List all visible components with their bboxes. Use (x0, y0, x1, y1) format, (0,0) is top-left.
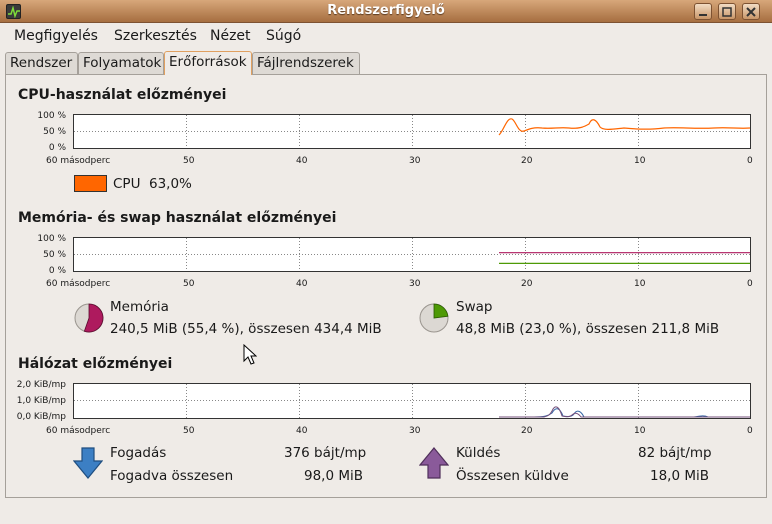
receive-total: 98,0 MiB (304, 468, 364, 484)
receive-total-label: Fogadva összesen (110, 468, 234, 484)
cpu-x-label: 30 (409, 156, 421, 166)
cpu-graph (73, 114, 751, 149)
cpu-y-label: 50 % (43, 127, 66, 137)
network-x-label: 10 (634, 426, 646, 436)
memory-x-label: 0 (747, 279, 753, 289)
swap-label: Swap (456, 299, 493, 315)
network-x-label: 0 (747, 426, 753, 436)
send-arrow-icon[interactable] (419, 447, 449, 479)
send-rate: 82 bájt/mp (638, 445, 712, 461)
network-send-line (499, 406, 750, 418)
cpu-x-label: 10 (634, 156, 646, 166)
receive-arrow-icon[interactable] (73, 447, 103, 479)
send-label: Küldés (456, 445, 501, 461)
cpu-history-line (498, 118, 750, 136)
network-receive-line (499, 408, 750, 418)
network-graph (73, 383, 751, 419)
memory-pie-icon[interactable] (73, 302, 105, 334)
swap-pie-slice (433, 303, 449, 319)
cpu-x-label: 50 (183, 156, 195, 166)
network-graph-canvas (74, 384, 750, 418)
memory-section-title: Memória- és swap használat előzményei (18, 210, 337, 226)
tab-fajlrendszerek[interactable]: Fájlrendszerek (252, 52, 360, 74)
memory-x-label: 10 (634, 279, 646, 289)
tab-eroforrasok[interactable]: Erőforrások (164, 51, 252, 75)
menu-szerkesztes[interactable]: Szerkesztés (114, 28, 197, 44)
tab-folyamatok[interactable]: Folyamatok (78, 52, 164, 74)
window-title: Rendszerfigyelő (327, 3, 445, 18)
mouse-cursor-icon (243, 344, 257, 365)
network-x-label: 20 (521, 426, 533, 436)
close-button[interactable] (742, 3, 760, 20)
cpu-x-label: 40 (296, 156, 308, 166)
cpu-y-label: 0 % (48, 143, 66, 153)
network-y-label: 2,0 KiB/mp (16, 380, 66, 390)
memory-x-label: 20 (521, 279, 533, 289)
cpu-value: 63,0% (149, 176, 192, 192)
cpu-x-label: 60 másodperc (46, 156, 111, 166)
network-x-label: 60 másodperc (46, 426, 111, 436)
cpu-y-label: 100 % (37, 111, 66, 121)
network-section-title: Hálózat előzményei (18, 356, 173, 372)
cpu-section-title: CPU-használat előzményei (18, 87, 227, 103)
memory-graph (73, 237, 751, 272)
memory-y-label: 100 % (37, 234, 66, 244)
cpu-x-label: 0 (747, 156, 753, 166)
memory-y-label: 50 % (43, 250, 66, 260)
menu-sugo[interactable]: Súgó (266, 28, 301, 44)
network-x-label: 50 (183, 426, 195, 436)
cpu-graph-canvas (74, 115, 750, 148)
menu-bar: Megfigyelés Szerkesztés Nézet Súgó (0, 24, 772, 48)
memory-label: Memória (110, 299, 169, 315)
swap-pie-icon[interactable] (418, 302, 450, 334)
menu-megfigyeles[interactable]: Megfigyelés (14, 28, 98, 44)
memory-graph-canvas (74, 238, 750, 271)
receive-label: Fogadás (110, 445, 167, 461)
maximize-button[interactable] (718, 3, 736, 20)
tab-rendszer[interactable]: Rendszer (5, 52, 78, 74)
cpu-x-label: 20 (521, 156, 533, 166)
memory-y-label: 0 % (48, 266, 66, 276)
minimize-button[interactable] (694, 3, 712, 20)
swap-value: 48,8 MiB (23,0 %), összesen 211,8 MiB (456, 321, 720, 337)
memory-x-label: 50 (183, 279, 195, 289)
memory-x-label: 40 (296, 279, 308, 289)
network-y-label: 0,0 KiB/mp (16, 412, 66, 422)
send-total: 18,0 MiB (650, 468, 710, 484)
send-total-label: Összesen küldve (456, 468, 569, 484)
network-x-label: 40 (296, 426, 308, 436)
menu-nezet[interactable]: Nézet (210, 28, 251, 44)
memory-x-label: 60 másodperc (46, 279, 111, 289)
network-y-label: 1,0 KiB/mp (16, 396, 66, 406)
status-bar (0, 502, 772, 524)
title-bar: Rendszerfigyelő (0, 0, 772, 23)
receive-rate: 376 bájt/mp (284, 445, 367, 461)
memory-value: 240,5 MiB (55,4 %), összesen 434,4 MiB (110, 321, 382, 337)
memory-x-label: 30 (409, 279, 421, 289)
network-x-label: 30 (409, 426, 421, 436)
cpu-color-swatch[interactable] (74, 175, 107, 192)
cpu-label: CPU (113, 176, 141, 192)
